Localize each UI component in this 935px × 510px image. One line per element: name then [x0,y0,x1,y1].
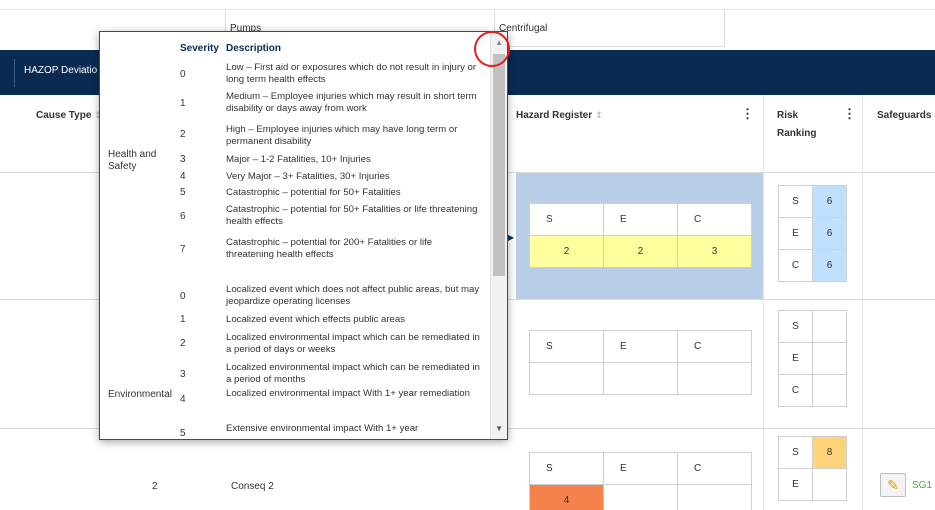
severity-description: Catastrophic – potential for 200+ Fatali… [226,237,433,260]
severity-description: Catastrophic – potential for 50+ Fatalit… [226,187,401,198]
risk-value-c[interactable]: 6 [812,249,847,282]
risk-value-c[interactable] [812,374,847,407]
risk-ranking-matrix[interactable]: S6 E6 C6 [778,185,847,282]
hazard-value-e[interactable] [603,484,678,510]
sort-icon[interactable]: ⇕ [595,110,603,120]
severity-description: Localized event which effects public are… [226,314,406,325]
divider [763,95,764,173]
hazard-value-c[interactable] [677,484,752,510]
severity-value: 6 [180,211,186,222]
severity-description: Localized environmental impact which can… [226,362,480,385]
severity-description: Localized event which does not affect pu… [226,284,480,307]
risk-label-e: E [778,342,813,375]
hazard-label-e: E [603,203,678,236]
severity-description: Major – 1-2 Fatalities, 10+ Injuries [226,154,371,165]
hazard-register-matrix[interactable]: S E C 2 2 3 [529,203,752,268]
popup-header-description: Description [226,43,282,54]
severity-description: Very Major – 3+ Fatalities, 30+ Injuries [226,171,390,182]
severity-description: High – Employee injuries which may have … [226,124,458,147]
hazard-register-matrix[interactable]: S E C [529,330,752,395]
scrollbar-thumb[interactable] [493,54,505,276]
divider [862,95,863,173]
severity-value: 1 [180,98,186,109]
severity-value: 2 [180,338,186,349]
divider [862,173,863,510]
popup-pointer-icon: ▶ [508,233,515,242]
risk-ranking-matrix[interactable]: S8 E [778,436,847,501]
hazard-value-c[interactable] [677,362,752,395]
hazard-value-e[interactable]: 2 [603,235,678,268]
category-environmental: Environmental [108,389,172,400]
severity-value: 4 [180,171,186,182]
severity-description: Low – First aid or exposures which do no… [226,62,477,85]
risk-label-e: E [778,468,813,501]
hazard-value-c[interactable]: 3 [677,235,752,268]
column-header-hazard-register[interactable]: Hazard Register ⇕ [516,110,603,121]
hazard-label-e: E [603,330,678,363]
risk-value-e[interactable] [812,342,847,375]
risk-label-s: S [778,436,813,469]
cause-number: 2 [152,481,158,492]
scroll-down-icon[interactable]: ▼ [495,424,503,433]
risk-label-c: C [778,374,813,407]
severity-value: 0 [180,69,186,80]
severity-value: 3 [180,369,186,380]
hazard-label-s: S [529,203,604,236]
hazard-label-c: C [677,203,752,236]
tab-hazop-deviation[interactable]: HAZOP Deviatio [24,65,97,76]
column-header-risk-ranking-1[interactable]: Risk [777,110,798,121]
tab-divider [14,59,15,87]
severity-description-popup: Severity Description Health and Safety 0… [99,31,508,440]
annotation-circle [474,31,510,67]
severity-value: 3 [180,154,186,165]
risk-label-e: E [778,217,813,250]
severity-value: 7 [180,244,186,255]
risk-label-s: S [778,185,813,218]
risk-menu-icon[interactable]: ⋮ [843,106,856,122]
hazard-label-e: E [603,452,678,485]
hazard-value-s[interactable]: 2 [529,235,604,268]
hazard-register-matrix[interactable]: S E C 4 [529,452,752,510]
pencil-icon: ✎ [887,477,899,493]
column-header-risk-ranking-2[interactable]: Ranking [777,128,816,139]
risk-value-s[interactable] [812,310,847,343]
risk-ranking-matrix[interactable]: S E C [778,310,847,407]
severity-description: Localized environmental impact With 1+ y… [226,388,470,399]
risk-value-s[interactable]: 6 [812,185,847,218]
severity-value: 0 [180,291,186,302]
risk-label-c: C [778,249,813,282]
severity-value: 1 [180,314,186,325]
severity-description: Medium – Employee injuries which may res… [226,91,477,114]
risk-label-s: S [778,310,813,343]
hazard-value-s[interactable]: 4 [529,484,604,510]
popup-scrollbar[interactable]: ▲ ▼ [490,32,507,439]
risk-value-s[interactable]: 8 [812,436,847,469]
severity-value: 5 [180,187,186,198]
severity-description: Catastrophic – potential for 50+ Fatalit… [226,204,478,227]
risk-value-e[interactable] [812,468,847,501]
consequence-text[interactable]: Conseq 2 [231,481,274,492]
hazard-label-s: S [529,452,604,485]
severity-value: 4 [180,394,186,405]
hazard-value-e[interactable] [603,362,678,395]
edit-safeguard-button[interactable]: ✎ [880,473,906,497]
severity-value: 5 [180,428,186,439]
divider [763,173,764,510]
hazard-label-s: S [529,330,604,363]
popup-header-severity: Severity [180,43,219,54]
hazard-label-c: C [677,452,752,485]
hazard-label-c: C [677,330,752,363]
column-header-safeguards[interactable]: Safeguards [877,110,931,121]
top-cell-type: Centrifugal [494,10,725,47]
hazard-value-s[interactable] [529,362,604,395]
severity-value: 2 [180,129,186,140]
category-health-safety: Health and Safety [108,149,157,172]
risk-value-e[interactable]: 6 [812,217,847,250]
column-header-cause-type[interactable]: Cause Type⇕ [36,110,102,121]
severity-description: Localized environmental impact which can… [226,332,480,355]
hazard-menu-icon[interactable]: ⋮ [741,106,754,122]
safeguard-link[interactable]: SG1 [912,480,932,491]
severity-description: Extensive environmental impact With 1+ y… [226,423,419,434]
